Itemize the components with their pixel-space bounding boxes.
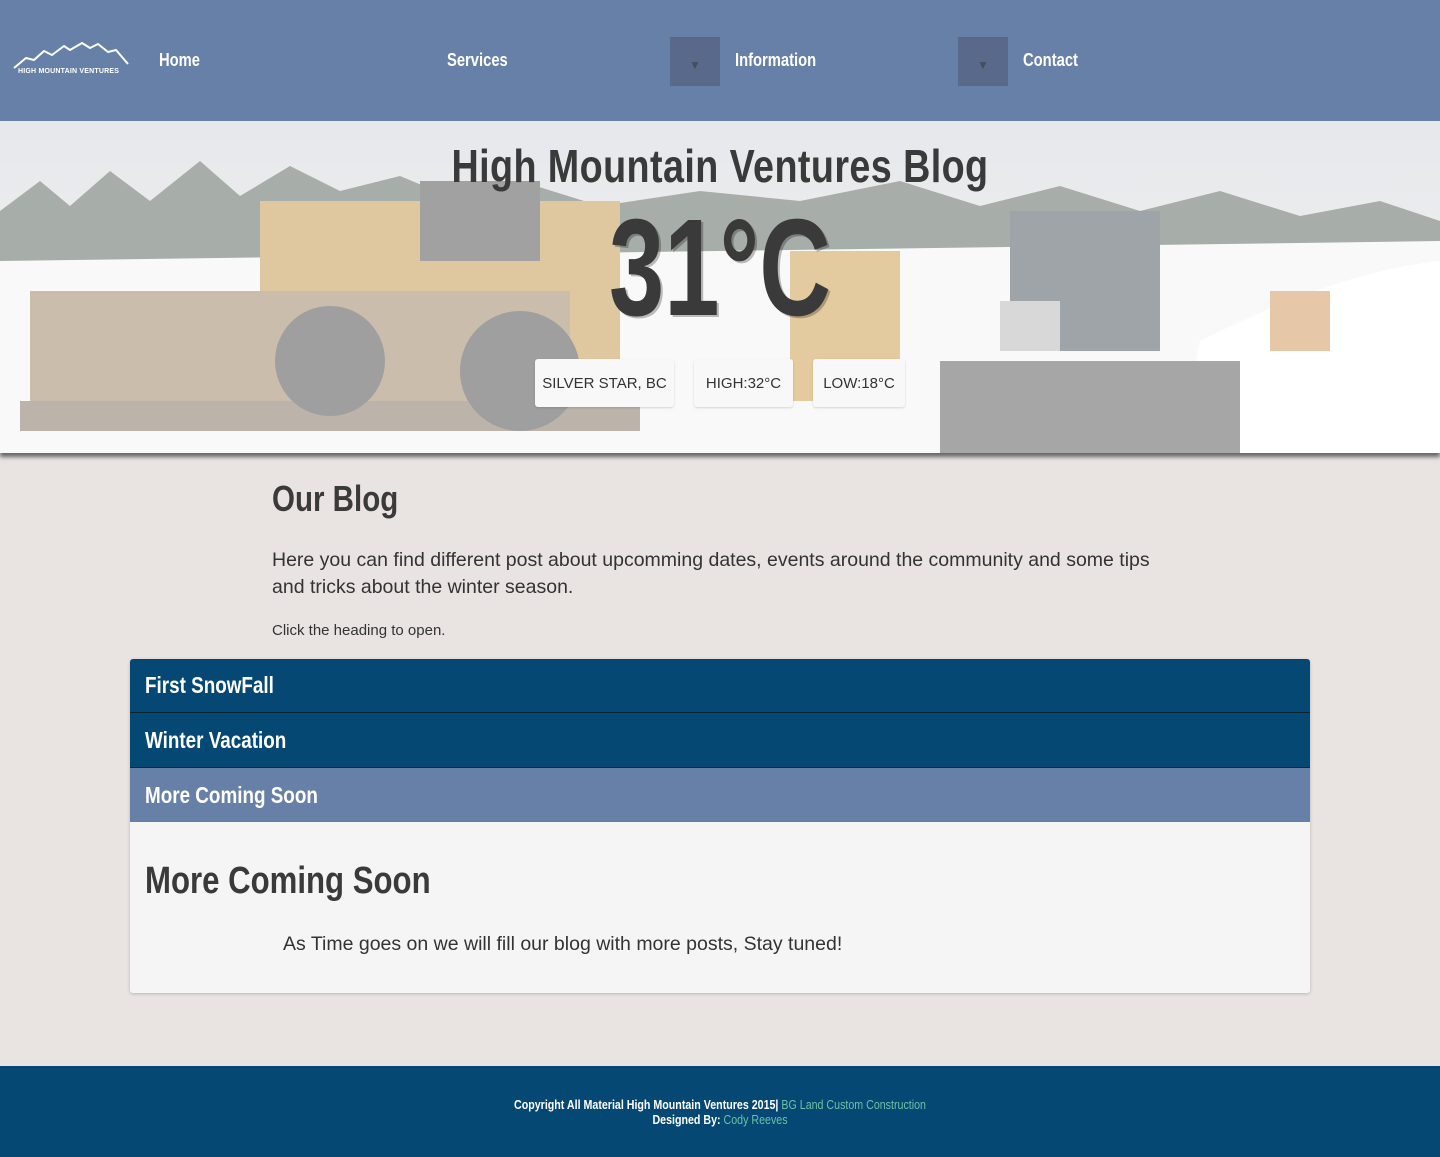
company-link[interactable]: BG Land Custom Construction: [781, 1097, 926, 1112]
panel-title: More Coming Soon: [145, 860, 431, 902]
mountain-logo-icon: [13, 42, 129, 69]
panel-text: As Time goes on we will fill our blog wi…: [283, 933, 843, 955]
information-dropdown-toggle[interactable]: ▼: [670, 37, 720, 86]
site-logo[interactable]: HIGH MOUNTAIN VENTURES: [12, 40, 132, 82]
site-footer: Copyright All Material High Mountain Ven…: [0, 1066, 1440, 1157]
high-temp-chip: HIGH:32°C: [694, 359, 793, 407]
blog-intro-text: Here you can find different post about u…: [272, 549, 1150, 598]
contact-dropdown-toggle[interactable]: ▼: [958, 37, 1008, 86]
hero-banner: High Mountain Ventures Blog 31°C SILVER …: [0, 121, 1440, 453]
top-navigation: HIGH MOUNTAIN VENTURES Home Services ▼ I…: [0, 0, 1440, 121]
caret-down-icon: ▼: [977, 57, 989, 72]
accordion-header-label: First SnowFall: [145, 672, 274, 698]
current-temperature: 31°C: [608, 191, 832, 345]
blog-accordion: First SnowFall Winter Vacation More Comi…: [130, 659, 1310, 993]
accordion-panel: More Coming Soon As Time goes on we will…: [130, 822, 1310, 993]
caret-down-icon: ▼: [689, 57, 701, 72]
accordion-header-label: More Coming Soon: [145, 781, 318, 808]
nav-information-link[interactable]: Information: [735, 50, 816, 71]
blog-heading: Our Blog: [272, 478, 399, 519]
nav-home-link[interactable]: Home: [159, 50, 200, 71]
footer-designer-line: Designed By: Cody Reeves: [130, 1112, 1311, 1127]
blog-hint-text: Click the heading to open.: [272, 622, 446, 639]
logo-text: HIGH MOUNTAIN VENTURES: [18, 68, 120, 75]
footer-copyright-line: Copyright All Material High Mountain Ven…: [130, 1097, 1311, 1112]
nav-contact-link[interactable]: Contact: [1023, 50, 1078, 71]
low-temp-chip: LOW:18°C: [813, 359, 905, 407]
copyright-text: Copyright All Material High Mountain Ven…: [514, 1097, 779, 1112]
accordion-header-label: Winter Vacation: [145, 726, 287, 753]
accordion-header-first-snowfall[interactable]: First SnowFall: [130, 659, 1310, 713]
designer-link[interactable]: Cody Reeves: [724, 1112, 788, 1127]
location-chip: SILVER STAR, BC: [535, 359, 674, 407]
weather-chips: SILVER STAR, BC HIGH:32°C LOW:18°C: [0, 359, 1440, 407]
designed-by-text: Designed By:: [652, 1112, 721, 1127]
hero-title: High Mountain Ventures Blog: [451, 140, 989, 192]
nav-services-link[interactable]: Services: [447, 50, 508, 71]
accordion-header-more-coming-soon[interactable]: More Coming Soon: [130, 768, 1310, 822]
accordion-header-winter-vacation[interactable]: Winter Vacation: [130, 713, 1310, 768]
